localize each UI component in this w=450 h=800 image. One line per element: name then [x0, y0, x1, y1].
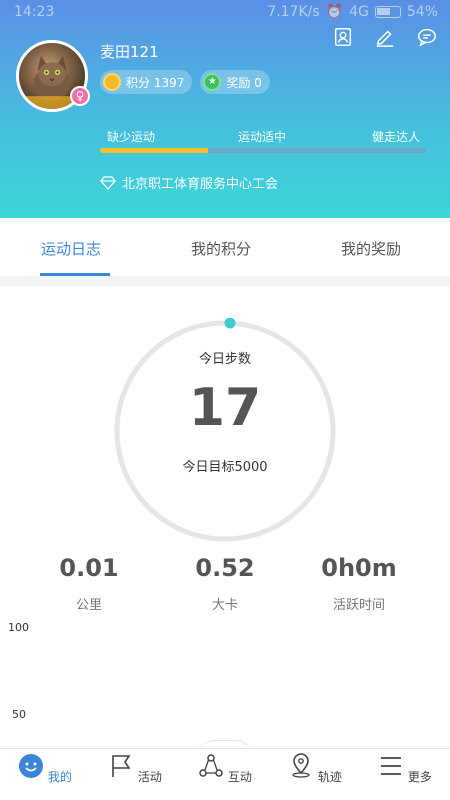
profile-header: 14:23 7.17K/s ⏰ 4G 54% ♀ 麦田121 积分 1397 ★…: [0, 0, 450, 218]
tab-my-rewards[interactable]: 我的奖励: [341, 238, 401, 259]
calories-label: 大卡: [211, 598, 238, 613]
rewards-badge[interactable]: ★ 奖励 0: [200, 70, 270, 94]
battery-percent: 54%: [406, 4, 438, 20]
nav-interact[interactable]: 互动: [195, 753, 255, 785]
star-medal-icon: ★: [203, 73, 222, 91]
nav-mine[interactable]: 我的: [15, 753, 75, 785]
points-badge[interactable]: 积分 1397: [100, 70, 193, 94]
nav-mine-label: 我的: [47, 770, 72, 784]
activity-progress-bar: [100, 148, 426, 153]
female-icon: ♀: [70, 86, 90, 106]
edit-icon[interactable]: [374, 26, 396, 48]
active-time-value: 0h0m: [321, 554, 397, 582]
axis-label-50: 50: [12, 708, 26, 721]
points-label: 积分 1397: [126, 75, 185, 90]
rewards-label: 奖励 0: [226, 75, 262, 90]
nav-activity[interactable]: 活动: [105, 753, 165, 785]
battery-icon: [374, 6, 401, 18]
tab-bar: 运动日志 我的积分 我的奖励: [0, 218, 450, 276]
nav-activity-label: 活动: [137, 770, 162, 784]
nav-track-label: 轨迹: [317, 770, 342, 784]
steps-value: 17: [188, 378, 262, 438]
status-time: 14:23: [14, 4, 55, 20]
steps-label: 今日步数: [198, 352, 251, 367]
username: 麦田121: [100, 43, 159, 61]
share-network-icon: [199, 754, 223, 777]
level-mid: 运动适中: [238, 130, 287, 144]
menu-icon: [381, 757, 402, 775]
message-icon[interactable]: [416, 26, 438, 48]
network-speed: 7.17K/s: [267, 4, 320, 20]
distance-label: 公里: [75, 598, 102, 613]
organization-name: 北京职工体育服务中心工会: [122, 177, 279, 192]
status-bar: 14:23 7.17K/s ⏰ 4G 54%: [0, 0, 450, 24]
steps-goal: 今日目标5000: [182, 460, 268, 475]
active-time-label: 活跃时间: [332, 598, 385, 613]
level-low: 缺少运动: [107, 130, 156, 144]
location-pin-icon: [292, 753, 310, 778]
axis-label-100: 100: [8, 621, 29, 634]
bottom-nav: 我的 活动 互动 轨迹 更多: [0, 748, 450, 800]
tab-my-points[interactable]: 我的积分: [191, 238, 251, 259]
distance-value: 0.01: [59, 554, 119, 582]
calories-value: 0.52: [195, 554, 255, 582]
diamond-icon: [100, 175, 116, 190]
flag-icon: [112, 755, 131, 777]
nav-track[interactable]: 轨迹: [285, 753, 345, 785]
alarm-icon: ⏰: [325, 4, 344, 20]
nav-more-label: 更多: [407, 770, 432, 784]
tab-exercise-log[interactable]: 运动日志: [41, 238, 101, 259]
signal-label: 4G: [349, 4, 369, 20]
nav-interact-label: 互动: [227, 770, 252, 784]
level-high: 健走达人: [371, 130, 420, 144]
progress-dot: [224, 318, 236, 329]
nav-more[interactable]: 更多: [375, 753, 435, 785]
organization: 北京职工体育服务中心工会: [100, 173, 278, 192]
stat-active-time: 0h0m 活跃时间: [284, 554, 434, 613]
coin-icon: [103, 73, 121, 91]
contacts-icon[interactable]: [332, 26, 354, 48]
stat-calories: 0.52 大卡: [150, 554, 300, 613]
active-tab-indicator: [40, 273, 110, 276]
stat-distance: 0.01 公里: [14, 554, 164, 613]
activity-progress-fill: [100, 148, 208, 153]
exercise-log-panel: 今日步数 17 今日目标5000 0.01 公里 0.52 大卡 0h0m 活跃…: [0, 286, 450, 748]
smiley-icon: [19, 754, 44, 778]
